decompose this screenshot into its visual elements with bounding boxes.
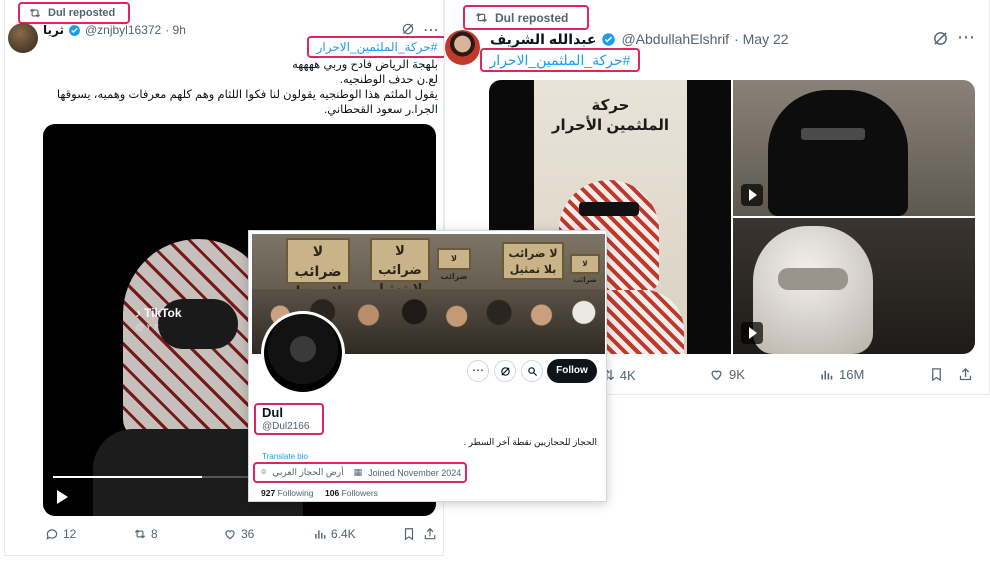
follow-button[interactable]: Follow <box>547 359 597 383</box>
video-play-badge-icon[interactable] <box>741 322 763 344</box>
left-author-row: ثريا @znjbyl16372 · 9h <box>43 22 186 38</box>
views-icon <box>315 530 326 539</box>
tiktok-label: TikTok <box>144 306 182 320</box>
play-icon[interactable] <box>57 490 68 504</box>
left-bookmark-icon[interactable] <box>402 527 416 546</box>
view-count: 6.4K <box>331 527 356 541</box>
banner-sign: لا ضرائب بلا تمثيل <box>370 238 430 297</box>
repost-count: 8 <box>151 527 158 541</box>
search-button[interactable] <box>521 360 543 382</box>
verified-badge-icon <box>602 32 616 46</box>
like-count: 9K <box>729 367 745 382</box>
right-more-icon[interactable]: ⋯ <box>957 27 975 48</box>
video-progress-fill <box>53 476 203 478</box>
tiktok-handle: @ ٢ ٢ <box>135 322 159 332</box>
heart-icon <box>225 530 235 540</box>
media-caption-line1: حركة <box>591 97 630 114</box>
banner-sign: لا ضرائب بلا تمثيل <box>502 242 564 280</box>
text-line: بلهجة الرياض فادح وربي ههههه <box>292 59 438 71</box>
repost-icon <box>29 8 41 18</box>
right-views-button[interactable]: 16M <box>819 367 864 382</box>
right-author-handle[interactable]: @AbdullahElshrif <box>621 31 729 47</box>
left-views-button[interactable]: 6.4K <box>313 527 356 541</box>
profile-bio: الحجاز للحجازيين نقطة آخر السطر . <box>463 437 597 447</box>
left-reply-button[interactable]: 12 <box>45 527 76 541</box>
banner-sign: لا ضرائب <box>570 254 600 284</box>
repost-label: Dul reposted <box>48 7 116 19</box>
profile-meta-row: ⌾ أرض الحجاز العربي ▦ Joined November 20… <box>253 462 467 483</box>
view-count: 16M <box>839 367 865 382</box>
more-options-button[interactable]: ⋯ <box>467 360 489 382</box>
left-author-handle[interactable]: @znjbyl16372 <box>85 23 161 37</box>
right-share-icon[interactable] <box>958 367 973 387</box>
repost-icon <box>134 529 146 539</box>
repost-count: 4K <box>619 368 636 383</box>
profile-name-block: Dul @Dul2166 <box>254 403 324 435</box>
right-author-row: عبدالله الشريف @AbdullahElshrif · May 22 <box>490 30 789 48</box>
profile-hover-card: لا ضرائب بلا تمثيل لا ضرائب بلا تمثيل لا… <box>248 230 607 502</box>
views-icon <box>821 370 833 380</box>
right-author-avatar[interactable] <box>445 30 480 65</box>
media-image-2[interactable] <box>733 80 975 216</box>
banner-sign: لا ضرائب <box>437 248 471 281</box>
grok-icon <box>500 366 510 376</box>
left-repost-button[interactable]: 8 <box>133 527 158 541</box>
right-grok-icon[interactable] <box>932 30 949 52</box>
left-like-button[interactable]: 36 <box>223 527 254 541</box>
translate-bio-link[interactable]: Translate bio <box>262 452 308 461</box>
media-caption-line2: الملثمين الأحرار <box>551 117 670 134</box>
reply-count: 12 <box>63 527 77 541</box>
left-author-name[interactable]: ثريا <box>43 23 64 37</box>
tiktok-icon: ♪ <box>135 306 141 320</box>
following-count: 927 <box>261 488 276 498</box>
left-share-icon[interactable] <box>423 527 437 546</box>
following-link[interactable]: 927 Following <box>261 488 313 498</box>
left-repost-header: Dul reposted <box>18 2 130 24</box>
profile-joined: Joined November 2024 <box>368 467 462 478</box>
heart-icon <box>711 370 722 381</box>
calendar-icon: ▦ <box>353 467 363 477</box>
right-tweet-time[interactable]: · May 22 <box>734 31 788 47</box>
left-author-avatar[interactable] <box>8 23 38 53</box>
grok-button[interactable] <box>494 360 516 382</box>
followers-label: Followers <box>341 488 378 498</box>
profile-display-name[interactable]: Dul <box>262 406 322 420</box>
left-hashtag-text[interactable]: #حركة_الملثمين_الاحرار <box>317 40 438 54</box>
left-hashtag[interactable]: #حركة_الملثمين_الاحرار <box>307 36 447 58</box>
profile-location: أرض الحجاز العربي <box>272 467 344 477</box>
tiktok-watermark: ♪ TikTok <box>135 306 182 320</box>
like-count: 36 <box>241 527 255 541</box>
left-tweet-text: بلهجة الرياض فادح وربي ههههه لع.ن حدف ال… <box>13 58 438 118</box>
verified-badge-icon <box>69 24 80 36</box>
location-pin-icon: ⌾ <box>261 467 267 477</box>
video-play-badge-icon[interactable] <box>741 184 763 206</box>
profile-handle[interactable]: @Dul2166 <box>262 420 322 433</box>
right-hashtag[interactable]: #حركة_الملثمين_الاحرار <box>480 48 640 72</box>
followers-count: 106 <box>325 488 340 498</box>
right-author-name[interactable]: عبدالله الشريف <box>490 31 596 48</box>
followers-link[interactable]: 106 Followers <box>325 488 378 498</box>
banner-sign: لا ضرائب بلا تمثيل <box>286 238 350 300</box>
right-repost-button[interactable]: ⇅ 4K <box>603 367 636 384</box>
right-hashtag-text[interactable]: #حركة_الملثمين_الاحرار <box>490 52 631 69</box>
following-label: Following <box>277 488 314 498</box>
repost-icon <box>476 12 487 23</box>
text-line: لع.ن حدف الوطنجيه. <box>339 74 438 86</box>
profile-avatar[interactable] <box>261 311 345 395</box>
left-grok-icon[interactable] <box>401 22 415 36</box>
left-tweet-time[interactable]: · 9h <box>165 23 186 37</box>
text-line: يقول الملثم هذا الوطنجيه يقولون لنا فكوا… <box>56 89 438 101</box>
repost-label: Dul reposted <box>495 10 569 25</box>
right-like-button[interactable]: 9K <box>709 367 745 382</box>
search-icon <box>527 366 537 376</box>
right-repost-header: Dul reposted <box>463 5 589 30</box>
reply-icon <box>46 529 58 540</box>
text-line: الجرا.ر سعود القحطاني. <box>324 104 438 116</box>
right-bookmark-icon[interactable] <box>929 367 944 387</box>
media-image-3[interactable] <box>733 218 975 354</box>
